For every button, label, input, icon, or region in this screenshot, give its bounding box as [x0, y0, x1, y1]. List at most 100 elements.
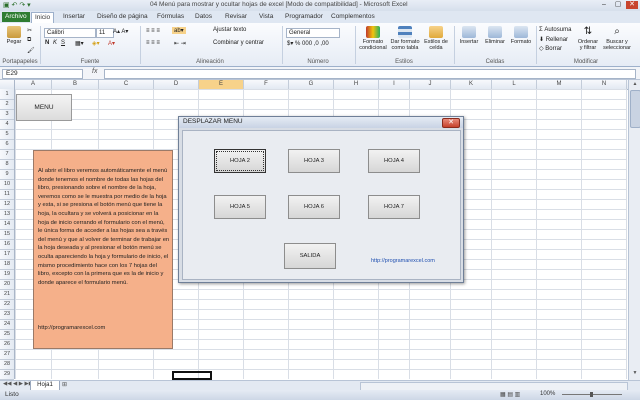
name-box[interactable]: E29: [2, 69, 83, 79]
font-size-select[interactable]: 11: [96, 28, 114, 38]
insert-cells-button[interactable]: Insertar: [457, 26, 481, 45]
find-select-button[interactable]: ⌕ Buscar y seleccionar: [603, 26, 631, 51]
dialog-close-button[interactable]: ✕: [442, 118, 460, 128]
formula-bar: E29 fx: [0, 67, 640, 80]
grow-font-icon[interactable]: A▴ A▾: [113, 28, 128, 35]
hoja3-button[interactable]: HOJA 3: [288, 149, 340, 173]
column-header[interactable]: K: [451, 80, 492, 89]
column-header[interactable]: L: [492, 80, 537, 89]
instructions-url[interactable]: http://programarexcel.com: [38, 325, 105, 331]
hoja5-button[interactable]: HOJA 5: [214, 195, 266, 219]
fill-button[interactable]: ⬇ Rellenar: [539, 36, 568, 43]
italic-icon[interactable]: K: [53, 40, 57, 46]
delete-cells-icon: [488, 26, 502, 38]
column-header[interactable]: F: [244, 80, 289, 89]
format-table-button[interactable]: Dar formato como tabla: [390, 26, 420, 51]
dialog-title-bar[interactable]: DESPLAZAR MENU ✕: [179, 117, 463, 128]
tab-addins[interactable]: Complementos: [328, 12, 378, 22]
tab-view[interactable]: Vista: [256, 12, 276, 22]
format-painter-icon[interactable]: 🖌: [27, 47, 35, 54]
scrollbar-thumb[interactable]: [630, 90, 640, 128]
sort-filter-button[interactable]: ⇅ Ordenar y filtrar: [576, 26, 600, 51]
dialog-link[interactable]: http://programarexcel.com: [371, 258, 435, 264]
clear-button[interactable]: ◇ Borrar: [539, 45, 562, 52]
fill-color-icon[interactable]: ◈▾: [92, 40, 100, 47]
align-left-icon[interactable]: ≡ ≡ ≡: [146, 40, 160, 46]
cell-styles-icon: [429, 26, 443, 38]
row-headers: 1 2 3 4 5 6 7 8 9 10 11 12 13 14 15 16 1…: [0, 89, 15, 380]
desplazar-menu-dialog: DESPLAZAR MENU ✕ HOJA 2 HOJA 3 HOJA 4 HO…: [178, 116, 464, 283]
formula-input[interactable]: [104, 69, 636, 79]
column-header[interactable]: B: [52, 80, 99, 89]
currency-icon[interactable]: $▾ % 000 ,0 ,00: [287, 40, 329, 47]
column-header[interactable]: J: [410, 80, 451, 89]
tab-developer[interactable]: Programador: [282, 12, 326, 22]
selected-cell[interactable]: [172, 371, 212, 380]
conditional-format-button[interactable]: Formato condicional: [358, 26, 388, 51]
select-all-corner[interactable]: [0, 80, 15, 89]
column-header[interactable]: D: [154, 80, 199, 89]
tab-review[interactable]: Revisar: [222, 12, 250, 22]
tab-file[interactable]: Archivo: [2, 12, 30, 22]
hoja2-button[interactable]: HOJA 2: [214, 149, 266, 173]
insert-cells-icon: [462, 26, 476, 38]
copy-icon[interactable]: ⧉: [27, 37, 31, 44]
bold-icon[interactable]: N: [45, 40, 49, 46]
font-color-icon[interactable]: A▾: [108, 40, 115, 47]
column-header[interactable]: G: [289, 80, 334, 89]
format-cells-icon: [514, 26, 528, 38]
column-header[interactable]: A: [15, 80, 52, 89]
hoja6-button[interactable]: HOJA 6: [288, 195, 340, 219]
cell-styles-button[interactable]: Estilos de celda: [422, 26, 450, 51]
group-styles-label: Estilos: [395, 59, 413, 65]
zoom-level[interactable]: 100%: [540, 391, 555, 397]
column-header[interactable]: C: [99, 80, 154, 89]
align-top-icon[interactable]: ≡ ≡ ≡: [146, 28, 160, 34]
scroll-down-icon[interactable]: ▼: [629, 370, 640, 376]
tab-data[interactable]: Datos: [192, 12, 215, 22]
binoculars-icon: ⌕: [614, 26, 620, 37]
close-window-button[interactable]: ✕: [626, 1, 638, 9]
hoja7-button[interactable]: HOJA 7: [368, 195, 420, 219]
row-header[interactable]: 29: [0, 369, 14, 380]
underline-icon[interactable]: S: [61, 40, 65, 46]
autosum-button[interactable]: Σ Autosuma: [539, 27, 571, 33]
hoja4-button[interactable]: HOJA 4: [368, 149, 420, 173]
tab-formulas[interactable]: Fórmulas: [154, 12, 187, 22]
vertical-scrollbar[interactable]: ▲ ▼: [628, 80, 640, 380]
column-header-selected[interactable]: E: [199, 80, 244, 89]
borders-icon[interactable]: ▦▾: [75, 40, 84, 47]
column-header[interactable]: M: [537, 80, 582, 89]
tab-insert[interactable]: Insertar: [60, 12, 88, 22]
view-buttons[interactable]: ▦ ▤ ▥: [500, 391, 520, 398]
format-cells-button[interactable]: Formato: [509, 26, 533, 45]
zoom-slider-thumb[interactable]: [590, 392, 593, 397]
title-bar: ▣ ↶ ↷ ▾ 04 Menú para mostrar y ocultar h…: [0, 0, 640, 11]
quick-access-toolbar[interactable]: ▣ ↶ ↷ ▾: [3, 1, 31, 9]
indent-icon[interactable]: ⇤ ⇥: [174, 40, 186, 47]
delete-cells-button[interactable]: Eliminar: [482, 26, 508, 45]
number-format-select[interactable]: General: [286, 28, 340, 38]
column-header[interactable]: H: [334, 80, 379, 89]
exit-button[interactable]: SALIDA: [284, 243, 336, 269]
instructions-note: Al abrir el libro veremos automáticament…: [33, 150, 173, 349]
group-font-label: Fuente: [80, 59, 100, 65]
orientation-icon[interactable]: ab▾: [172, 27, 186, 34]
group-cells-label: Celdas: [485, 59, 505, 65]
column-header[interactable]: I: [379, 80, 410, 89]
wrap-text-button[interactable]: Ajustar texto: [213, 27, 246, 33]
column-header[interactable]: N: [582, 80, 627, 89]
cut-icon[interactable]: ✂: [27, 27, 32, 34]
menu-button[interactable]: MENU: [16, 94, 72, 121]
font-name-select[interactable]: Calibri: [44, 28, 96, 38]
fx-icon[interactable]: fx: [92, 68, 97, 75]
minimize-button[interactable]: –: [598, 1, 610, 9]
instructions-text: Al abrir el libro veremos automáticament…: [38, 168, 170, 286]
new-sheet-icon[interactable]: ⊞: [62, 381, 67, 388]
paste-button[interactable]: Pegar: [3, 26, 25, 45]
tab-page-layout[interactable]: Diseño de página: [94, 12, 151, 22]
sheet-nav-arrows[interactable]: ◀◀ ◀ ▶ ▶▶: [3, 381, 33, 387]
maximize-button[interactable]: ▢: [612, 1, 624, 9]
merge-center-button[interactable]: Combinar y centrar: [213, 40, 264, 46]
scroll-up-icon[interactable]: ▲: [629, 81, 640, 87]
